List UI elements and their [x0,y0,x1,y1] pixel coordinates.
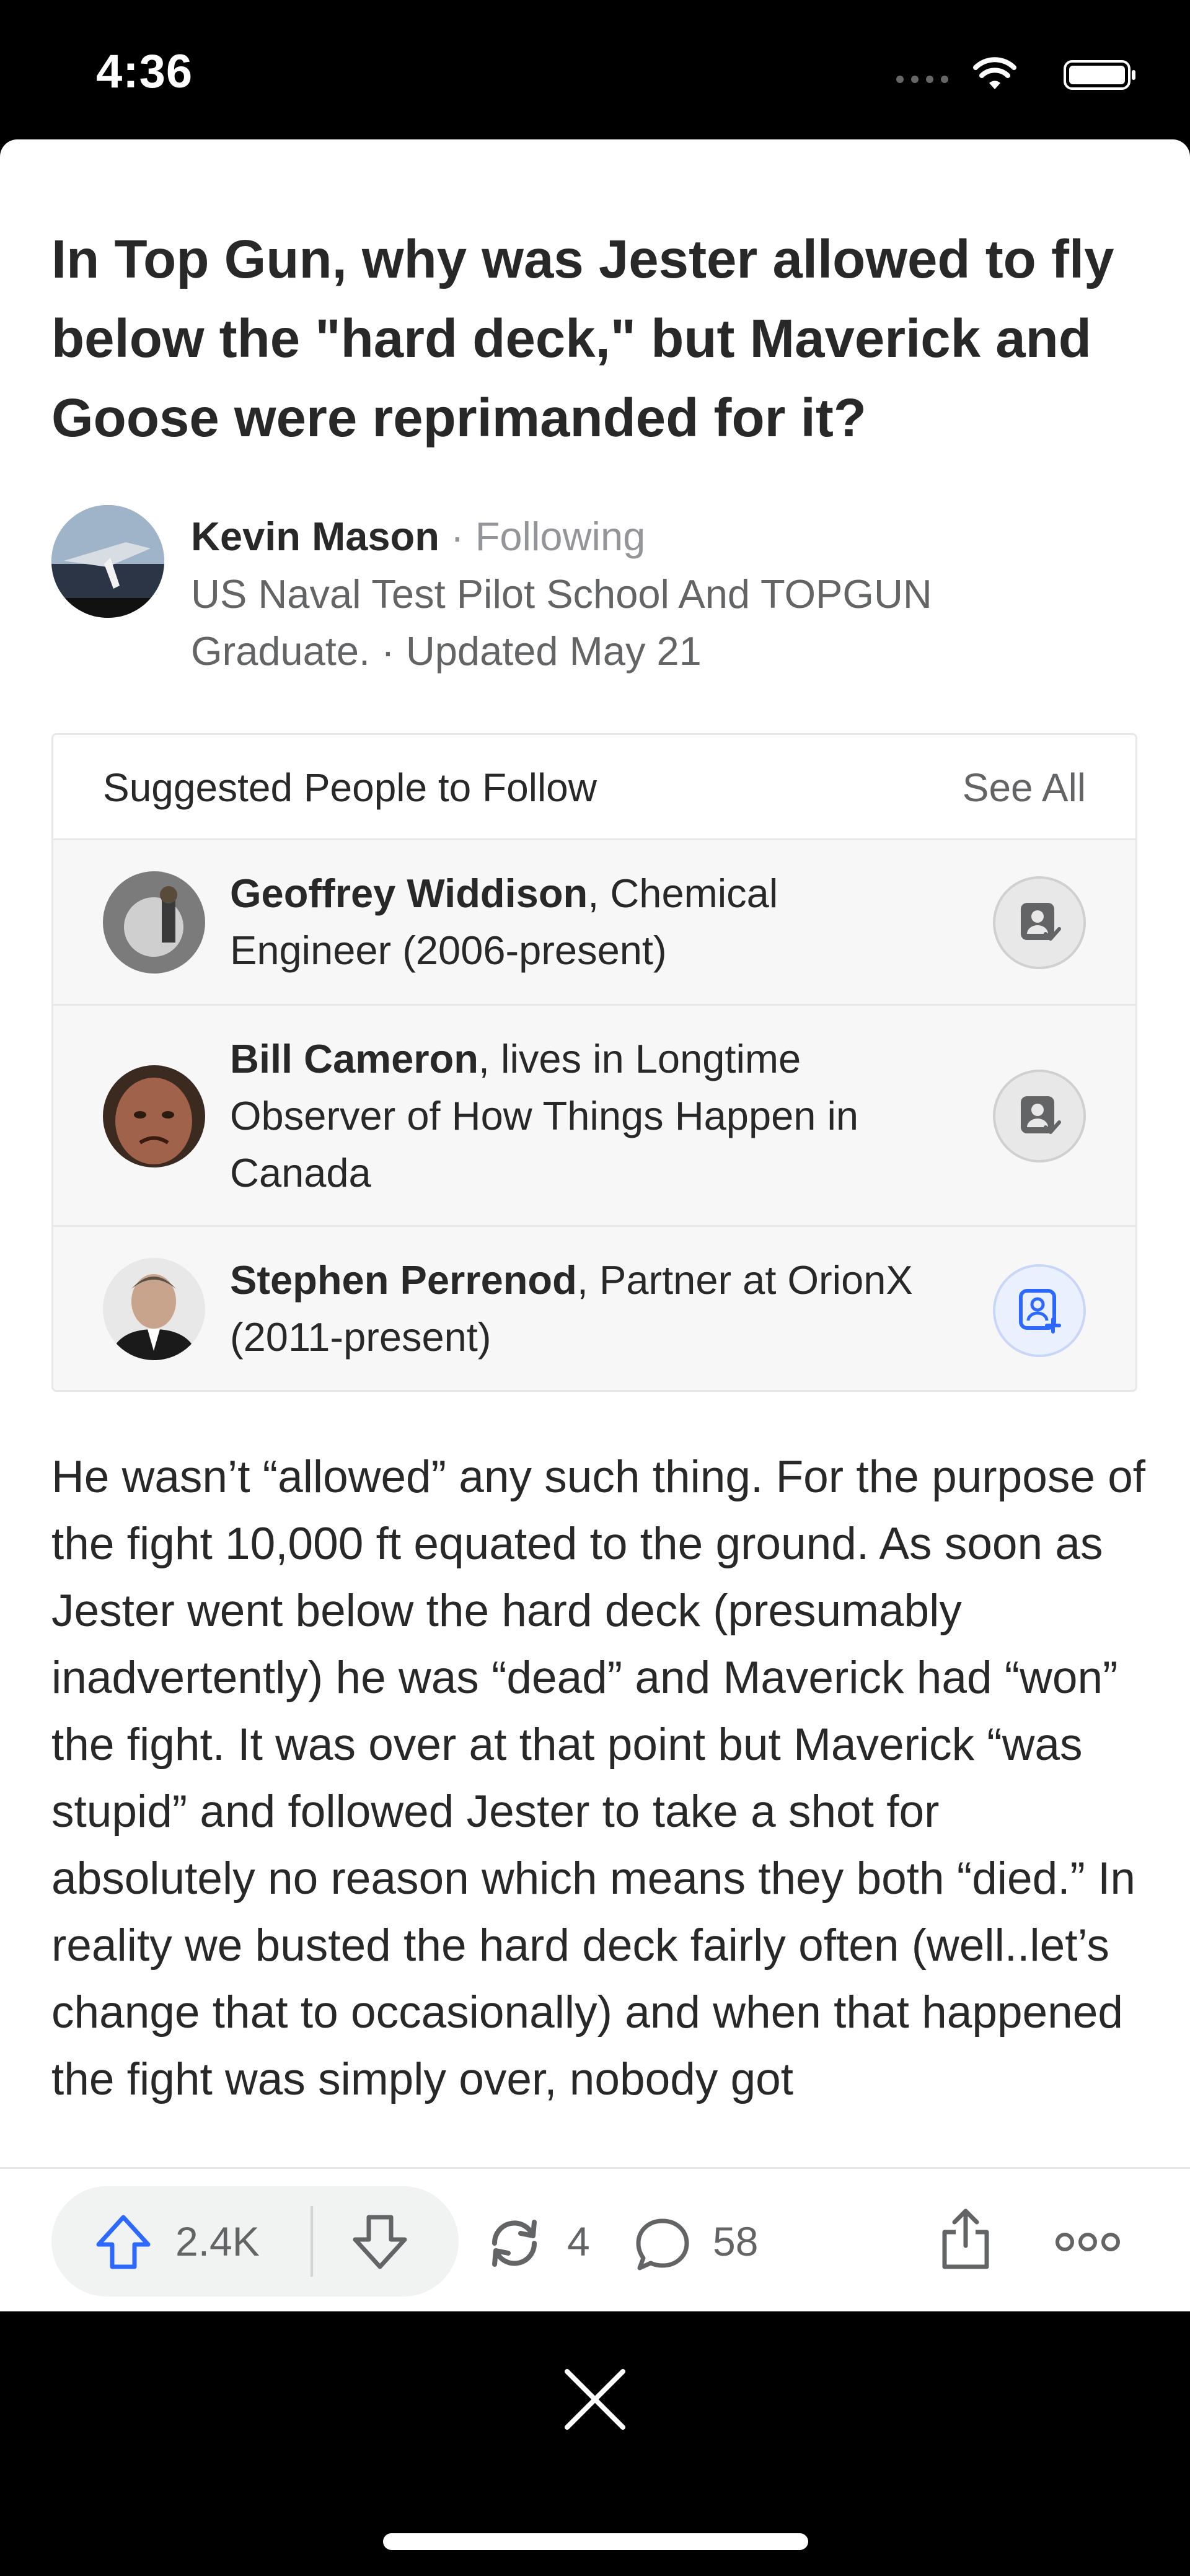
reshare-count[interactable]: 4 [567,2215,590,2268]
suggested-person-row[interactable]: Geoffrey Widdison, Chemical Engineer (20… [53,840,1135,1006]
author-avatar[interactable] [51,505,164,618]
see-all-link[interactable]: See All [963,760,1086,815]
suggested-header: Suggested People to Follow See All [53,735,1135,840]
author-credential: US Naval Test Pilot School And TOPGUN Gr… [191,571,932,674]
person-photo-icon [103,1258,205,1360]
upvote-count[interactable]: 2.4K [175,2215,260,2268]
status-time: 4:36 [96,45,193,98]
followed-button[interactable] [993,1070,1086,1163]
person-photo-icon [103,1065,205,1167]
followed-person-icon [1021,1096,1061,1134]
follow-person-icon [1019,1289,1061,1334]
person-avatar[interactable] [103,871,205,974]
battery-icon [1064,60,1135,90]
vote-pill: 2.4K [51,2186,459,2297]
person-text: Stephen Perrenod, Partner at OrionX (201… [230,1252,924,1366]
upvote-icon[interactable] [94,2212,153,2272]
cellular-signal-icon [896,76,948,83]
person-photo-icon [103,871,205,974]
author-name-line: Kevin Mason · Following [191,508,645,565]
share-icon[interactable] [937,2205,994,2272]
author-photo-icon [51,505,164,618]
author-name[interactable]: Kevin Mason [191,514,439,559]
answer-sheet: In Top Gun, why was Jester allowed to fl… [0,139,1190,2311]
person-avatar[interactable] [103,1065,205,1167]
close-icon[interactable] [561,2365,629,2433]
person-avatar[interactable] [103,1258,205,1360]
action-bar: 2.4K 4 58 [0,2167,1190,2311]
followed-button[interactable] [993,876,1086,969]
answer-text: He wasn’t “allowed” any such thing. For … [51,1452,1146,2104]
comment-icon[interactable] [632,2213,693,2274]
more-icon[interactable] [1054,2230,1122,2254]
question-title[interactable]: In Top Gun, why was Jester allowed to fl… [51,220,1142,458]
person-name[interactable]: Bill Cameron [230,1036,478,1081]
reshare-icon[interactable] [483,2212,545,2274]
followed-person-icon [1021,903,1061,941]
vote-divider [311,2206,313,2277]
person-name[interactable]: Stephen Perrenod [230,1257,577,1303]
follow-status[interactable]: Following [475,514,646,559]
separator-dot: · [439,514,475,559]
person-text: Geoffrey Widdison, Chemical Engineer (20… [230,865,924,979]
suggested-person-row[interactable]: Stephen Perrenod, Partner at OrionX (201… [53,1227,1135,1390]
follow-button[interactable] [993,1264,1086,1357]
suggested-title: Suggested People to Follow [103,765,597,810]
person-name[interactable]: Geoffrey Widdison [230,871,588,916]
comment-count[interactable]: 58 [713,2215,758,2268]
downvote-icon[interactable] [350,2212,410,2272]
person-text: Bill Cameron, lives in Longtime Observer… [230,1031,924,1202]
wifi-icon [973,57,1016,89]
status-bar: 4:36 [0,0,1190,139]
suggested-person-row[interactable]: Bill Cameron, lives in Longtime Observer… [53,1006,1135,1227]
status-icons [889,57,1137,92]
suggested-people-card: Suggested People to Follow See All Geoff… [51,733,1137,1392]
home-indicator[interactable] [383,2533,808,2550]
